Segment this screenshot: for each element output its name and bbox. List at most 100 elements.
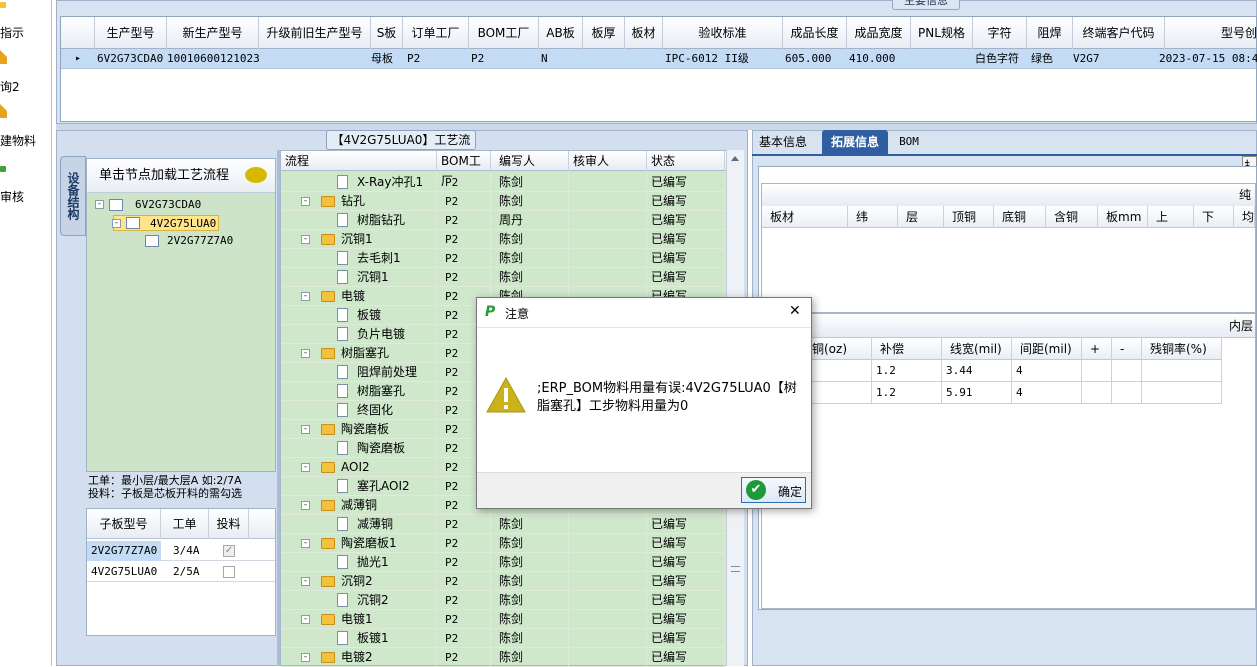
- collapse-icon[interactable]: -: [301, 653, 310, 662]
- col-header[interactable]: 核审人: [569, 151, 647, 171]
- col-header[interactable]: -: [1112, 338, 1142, 360]
- cell-length[interactable]: 605.000: [785, 49, 847, 69]
- cell-writer[interactable]: 陈剑: [491, 192, 569, 211]
- cell-writer[interactable]: 陈剑: [491, 553, 569, 572]
- col-header[interactable]: 下: [1194, 206, 1234, 228]
- flow-row[interactable]: - 沉铜1 P2 陈剑 已编写: [281, 230, 725, 249]
- cell-sub-order[interactable]: 3/4A: [173, 541, 209, 561]
- cell-pnl[interactable]: [911, 49, 973, 69]
- cell-writer[interactable]: 陈剑: [491, 515, 569, 534]
- cell-reviewer[interactable]: [569, 572, 647, 591]
- col-header[interactable]: 生产型号: [95, 17, 167, 49]
- cell-width[interactable]: 410.000: [849, 49, 911, 69]
- cell-minus[interactable]: [1112, 360, 1142, 382]
- flow-row[interactable]: 沉铜1 P2 陈剑 已编写: [281, 268, 725, 287]
- cell-char[interactable]: 白色字符: [975, 49, 1027, 69]
- col-header[interactable]: 终端客户代码: [1073, 17, 1165, 49]
- cell-material[interactable]: [625, 49, 663, 69]
- collapse-icon[interactable]: -: [301, 539, 310, 548]
- cell-writer[interactable]: 陈剑: [491, 534, 569, 553]
- col-header[interactable]: 线宽(mil): [942, 338, 1012, 360]
- flow-row[interactable]: 板镀1 P2 陈剑 已编写: [281, 629, 725, 648]
- cell-reviewer[interactable]: [569, 173, 647, 192]
- flow-row[interactable]: - 钻孔 P2 陈剑 已编写: [281, 192, 725, 211]
- col-header[interactable]: 投料: [209, 509, 249, 539]
- cell-bom-factory[interactable]: P2: [437, 572, 491, 591]
- col-header[interactable]: 顶铜: [944, 206, 994, 228]
- cell-status[interactable]: 已编写: [647, 553, 725, 572]
- close-icon[interactable]: ✕: [789, 303, 801, 319]
- cell-prod-model[interactable]: 6V2G73CDA0: [97, 49, 167, 69]
- cell-reviewer[interactable]: [569, 211, 647, 230]
- col-header[interactable]: 成品宽度: [847, 17, 911, 49]
- cell-sub-order[interactable]: 2/5A: [173, 562, 209, 582]
- cell-reviewer[interactable]: [569, 268, 647, 287]
- table-row[interactable]: 4V2G75LUA0 2/5A: [87, 562, 275, 582]
- cell-status[interactable]: 已编写: [647, 515, 725, 534]
- cell-comp[interactable]: 1.2: [872, 382, 942, 404]
- col-header[interactable]: 含铜: [1046, 206, 1098, 228]
- cell-writer[interactable]: 陈剑: [491, 230, 569, 249]
- cell-writer[interactable]: 陈剑: [491, 268, 569, 287]
- collapse-icon[interactable]: -: [301, 501, 310, 510]
- cell-status[interactable]: 已编写: [647, 591, 725, 610]
- collapse-icon[interactable]: -: [301, 577, 310, 586]
- cell-writer[interactable]: 陈剑: [491, 610, 569, 629]
- cell-s-board[interactable]: 母板: [371, 49, 403, 69]
- cell-status[interactable]: 已编写: [647, 610, 725, 629]
- cell-plus[interactable]: [1082, 360, 1112, 382]
- col-header[interactable]: 板材: [762, 206, 848, 228]
- tab-bom[interactable]: BOM: [892, 130, 926, 154]
- cell-bom-factory[interactable]: P2: [437, 515, 491, 534]
- flow-row[interactable]: 抛光1 P2 陈剑 已编写: [281, 553, 725, 572]
- collapse-icon[interactable]: -: [301, 197, 310, 206]
- cell-writer[interactable]: 陈剑: [491, 591, 569, 610]
- flow-row[interactable]: - 陶瓷磨板1 P2 陈剑 已编写: [281, 534, 725, 553]
- tree-node-selected[interactable]: - 4V2G75LUA0: [112, 215, 219, 231]
- cell-space[interactable]: 4: [1012, 382, 1082, 404]
- cell-old-model[interactable]: [259, 49, 371, 69]
- cell-writer[interactable]: 陈剑: [491, 629, 569, 648]
- col-header[interactable]: AB板: [539, 17, 583, 49]
- collapse-icon[interactable]: -: [301, 463, 310, 472]
- table-row[interactable]: 2V2G77Z7A0 3/4A ✓: [87, 541, 275, 561]
- col-header[interactable]: 字符: [973, 17, 1027, 49]
- cell-plus[interactable]: [1082, 382, 1112, 404]
- cell-sub-model[interactable]: 2V2G77Z7A0: [87, 541, 161, 561]
- cell-reviewer[interactable]: [569, 648, 647, 667]
- cell-thickness[interactable]: [583, 49, 625, 69]
- cell-sub-model[interactable]: 4V2G75LUA0: [87, 562, 161, 582]
- cell-writer[interactable]: 周丹: [491, 211, 569, 230]
- flow-row[interactable]: X-Ray冲孔1 P2 陈剑 已编写: [281, 173, 725, 192]
- col-header[interactable]: 残铜率(%): [1142, 338, 1222, 360]
- tab-device-structure[interactable]: 设备结构: [60, 156, 86, 236]
- collapse-icon[interactable]: -: [301, 235, 310, 244]
- cell-reviewer[interactable]: [569, 515, 647, 534]
- col-header[interactable]: 上: [1148, 206, 1194, 228]
- cell-reviewer[interactable]: [569, 230, 647, 249]
- col-header[interactable]: S板: [371, 17, 403, 49]
- cell-minus[interactable]: [1112, 382, 1142, 404]
- scroll-up-icon[interactable]: [731, 156, 739, 161]
- flow-row[interactable]: - 电镀2 P2 陈剑 已编写: [281, 648, 725, 667]
- cell-reviewer[interactable]: [569, 249, 647, 268]
- cell-comp[interactable]: 1.2: [872, 360, 942, 382]
- flow-row[interactable]: 沉铜2 P2 陈剑 已编写: [281, 591, 725, 610]
- flow-row[interactable]: 树脂钻孔 P2 周丹 已编写: [281, 211, 725, 230]
- tab-basic-info[interactable]: 基本信息: [752, 130, 814, 154]
- cell-reviewer[interactable]: [569, 534, 647, 553]
- cell-bom-factory[interactable]: P2: [437, 268, 491, 287]
- cell-status[interactable]: 已编写: [647, 192, 725, 211]
- cell-status[interactable]: 已编写: [647, 648, 725, 667]
- collapse-icon[interactable]: -: [301, 292, 310, 301]
- col-header[interactable]: 板厚: [583, 17, 625, 49]
- cell-solder[interactable]: 绿色: [1031, 49, 1073, 69]
- cell-bom-factory[interactable]: P2: [437, 249, 491, 268]
- col-header[interactable]: 编写人: [491, 151, 569, 171]
- cell-reviewer[interactable]: [569, 591, 647, 610]
- collapse-icon[interactable]: -: [301, 615, 310, 624]
- col-header[interactable]: 流程: [281, 151, 437, 171]
- col-header[interactable]: 板mm: [1098, 206, 1148, 228]
- col-header[interactable]: 层: [898, 206, 944, 228]
- col-header[interactable]: 升级前旧生产型号: [259, 17, 371, 49]
